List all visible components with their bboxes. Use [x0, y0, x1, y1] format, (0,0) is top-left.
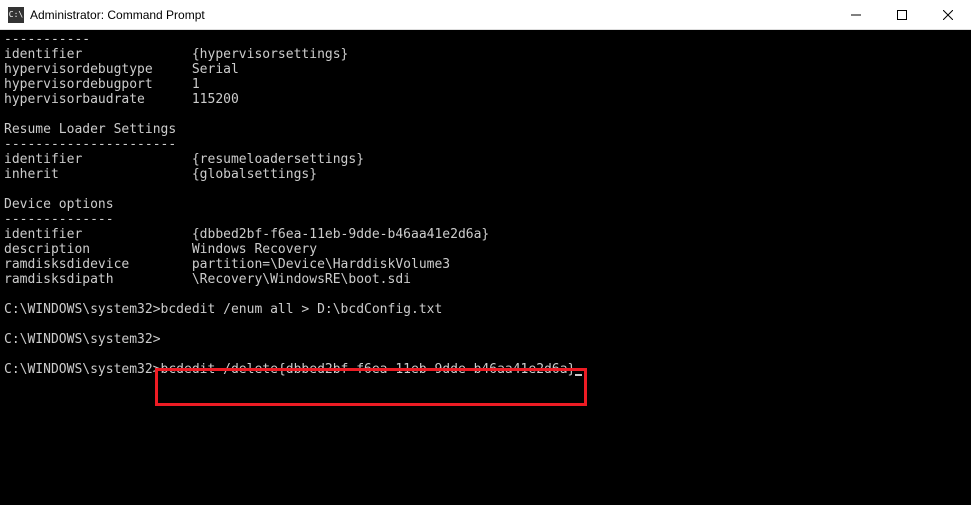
- cmd-icon: C:\: [8, 7, 24, 23]
- window-title: Administrator: Command Prompt: [30, 8, 833, 22]
- minimize-button[interactable]: [833, 0, 879, 29]
- terminal-output[interactable]: ----------- identifier {hypervisorsettin…: [0, 30, 971, 379]
- window-titlebar: C:\ Administrator: Command Prompt: [0, 0, 971, 30]
- maximize-button[interactable]: [879, 0, 925, 29]
- window-controls: [833, 0, 971, 29]
- text-cursor: [575, 374, 582, 376]
- close-button[interactable]: [925, 0, 971, 29]
